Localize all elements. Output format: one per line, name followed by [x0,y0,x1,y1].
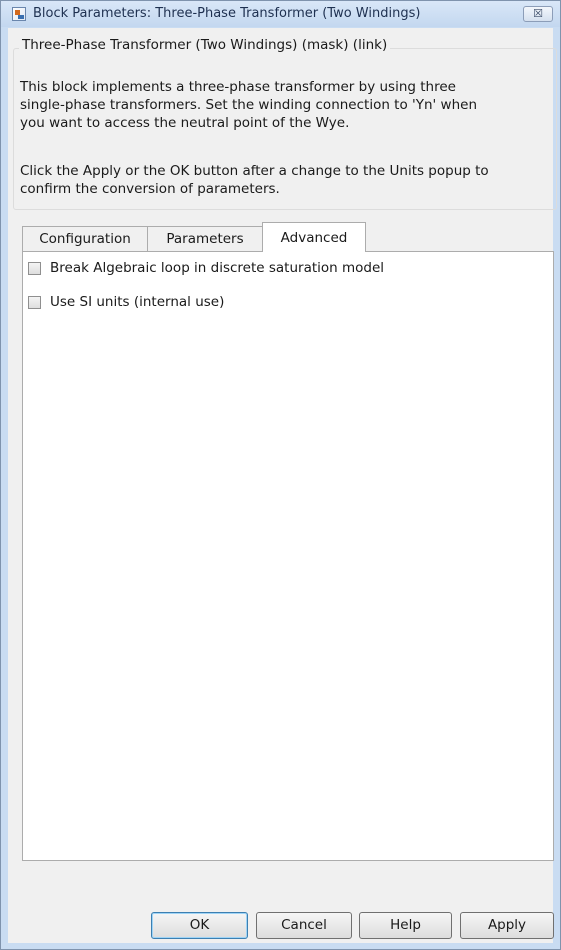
checkbox-label: Use SI units (internal use) [50,294,225,310]
window-title: Block Parameters: Three-Phase Transforme… [33,6,421,21]
close-icon: ☒ [533,7,543,20]
description-line: Click the Apply or the OK button after a… [20,163,489,179]
checkbox-label: Break Algebraic loop in discrete saturat… [50,260,385,276]
tab-advanced[interactable]: Advanced [262,222,366,252]
tab-parameters[interactable]: Parameters [147,226,263,251]
title-bar[interactable]: Block Parameters: Three-Phase Transforme… [1,1,560,27]
use-si-units-checkbox[interactable] [28,296,41,309]
help-button[interactable]: Help [359,912,452,939]
description-line: you want to access the neutral point of … [20,115,350,131]
cancel-button[interactable]: Cancel [256,912,352,939]
description-line: This block implements a three-phase tran… [20,79,456,95]
ok-button[interactable]: OK [151,912,248,939]
description-line: single-phase transformers. Set the windi… [20,97,478,113]
block-parameters-icon [12,7,26,21]
break-algebraic-loop-checkbox[interactable] [28,262,41,275]
mask-group-title: Three-Phase Transformer (Two Windings) (… [19,37,391,53]
description-line: confirm the conversion of parameters. [20,181,280,197]
apply-button[interactable]: Apply [460,912,554,939]
close-button[interactable]: ☒ [523,6,553,22]
advanced-tab-panel: Break Algebraic loop in discrete saturat… [22,251,554,861]
tab-configuration[interactable]: Configuration [22,226,148,251]
